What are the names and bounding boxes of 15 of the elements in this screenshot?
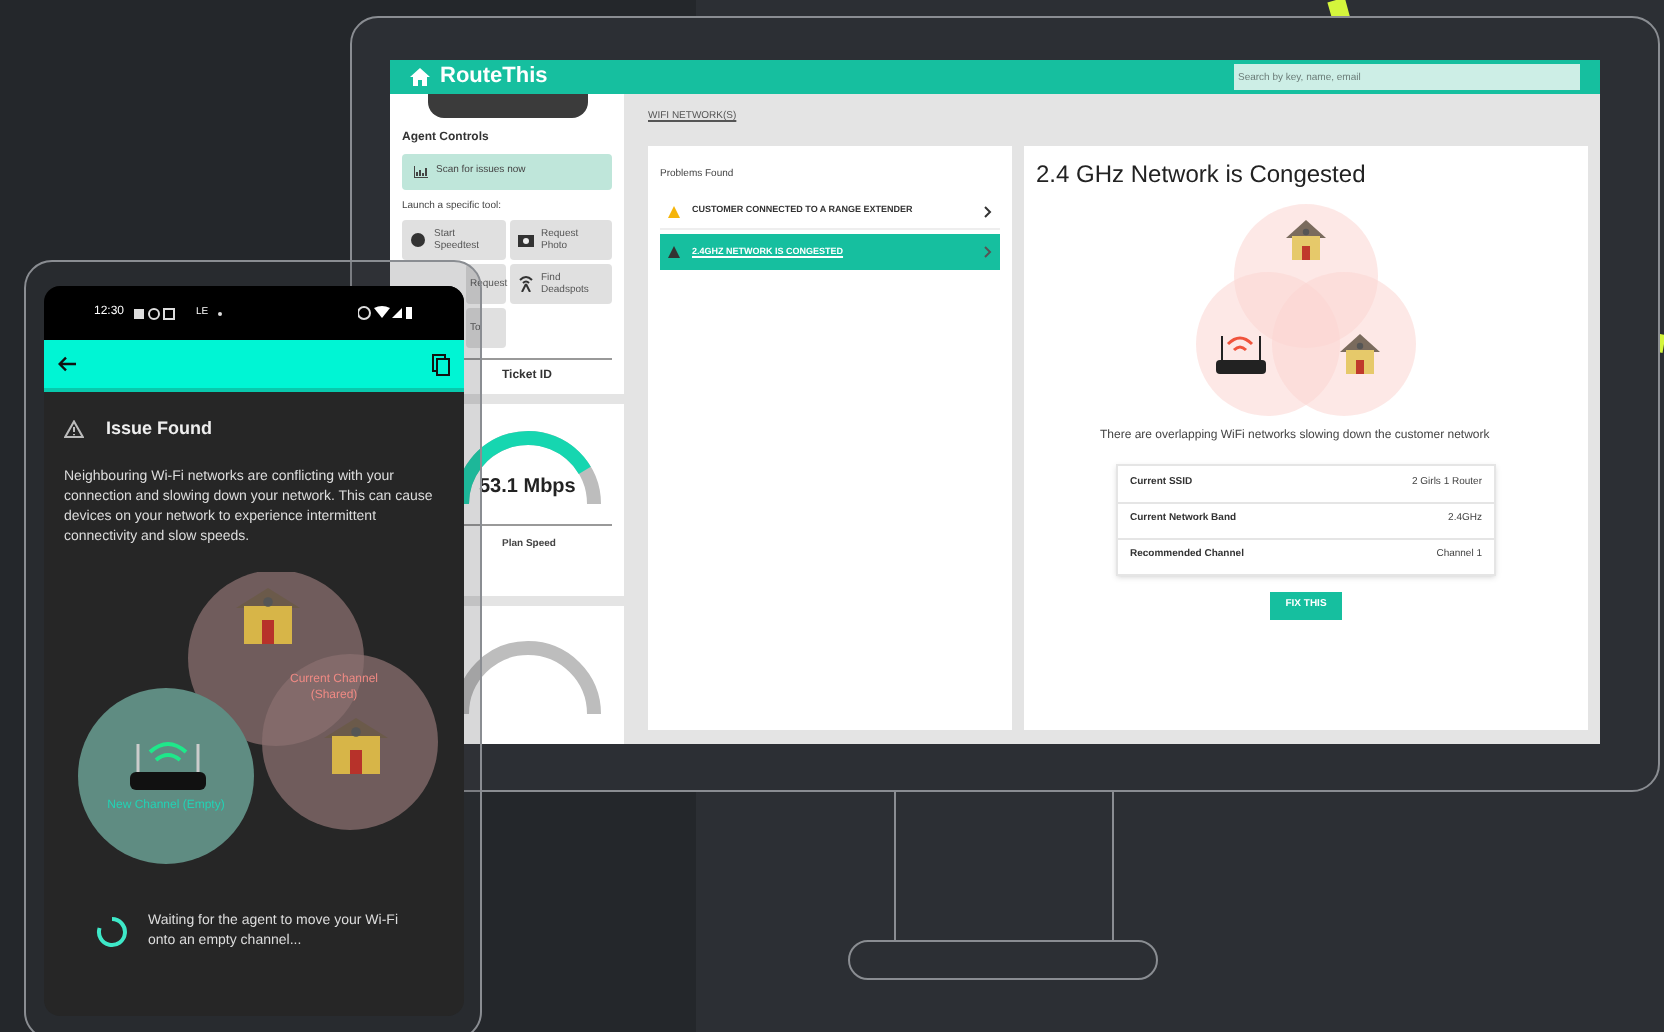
loading-spinner-icon — [96, 915, 128, 947]
camera-icon — [517, 231, 533, 247]
chart-icon — [414, 166, 428, 178]
status-icons — [358, 306, 414, 320]
app-title: RouteThis — [440, 62, 548, 93]
detail-title: 2.4 GHz Network is Congested — [1036, 157, 1368, 191]
copy-icon[interactable] — [432, 353, 450, 375]
antenna-icon — [517, 275, 533, 291]
chevron-right-icon — [984, 205, 992, 217]
warning-icon — [64, 420, 84, 439]
warning-icon — [668, 205, 680, 217]
back-arrow-icon[interactable] — [58, 356, 76, 372]
issue-title: Issue Found — [106, 416, 213, 442]
chevron-right-icon — [984, 246, 992, 258]
warning-icon — [668, 246, 680, 258]
